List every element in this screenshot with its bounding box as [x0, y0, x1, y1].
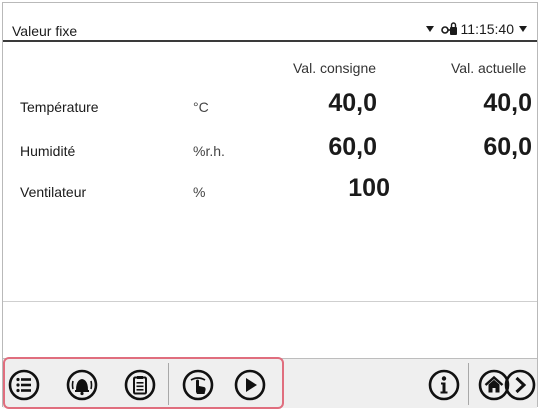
- next-button[interactable]: [503, 368, 537, 402]
- info-button[interactable]: [427, 368, 461, 402]
- time-dropdown-arrow-icon[interactable]: [519, 26, 527, 32]
- setpoint-value[interactable]: 40,0: [328, 89, 377, 118]
- status-area[interactable]: 11:15:40: [424, 21, 531, 37]
- screen: Valeur fixe 11:15:40 Val. consigne Val. …: [2, 2, 538, 408]
- toolbar-separator: [168, 363, 169, 405]
- clipboard-icon: [124, 369, 156, 401]
- play-icon: [234, 369, 266, 401]
- divider: [3, 301, 537, 302]
- parameter-unit: %: [193, 184, 206, 200]
- info-icon: [428, 369, 460, 401]
- actual-value: 60,0: [483, 133, 532, 161]
- next-icon: [504, 369, 536, 401]
- row-temperature[interactable]: Température °C 40,0 40,0: [3, 85, 537, 125]
- column-header-actual: Val. actuelle: [451, 60, 527, 76]
- top-bar: Valeur fixe 11:15:40: [3, 3, 537, 42]
- alarm-button[interactable]: [65, 368, 99, 402]
- parameter-name: Ventilateur: [20, 184, 87, 200]
- start-program-button[interactable]: [233, 368, 267, 402]
- event-list-button[interactable]: [123, 368, 157, 402]
- list-menu-icon: [8, 369, 40, 401]
- alarm-bell-icon: [66, 369, 98, 401]
- parameter-unit: °C: [193, 99, 209, 115]
- row-humidity[interactable]: Humidité %r.h. 60,0 60,0: [3, 129, 537, 169]
- clock-time: 11:15:40: [460, 21, 514, 37]
- toolbar-separator: [468, 363, 469, 405]
- parameter-name: Humidité: [20, 143, 76, 159]
- manual-mode-button[interactable]: [181, 368, 215, 402]
- parameter-unit: %r.h.: [193, 143, 225, 159]
- row-fan[interactable]: Ventilateur % 100: [3, 170, 537, 210]
- setpoint-value[interactable]: 60,0: [328, 133, 377, 162]
- parameter-name: Température: [20, 99, 99, 115]
- lock-key-icon: [440, 22, 457, 35]
- bottom-toolbar: [3, 358, 537, 408]
- setpoint-value[interactable]: 100: [348, 174, 390, 203]
- list-menu-button[interactable]: [7, 368, 41, 402]
- page-title: Valeur fixe: [12, 23, 78, 39]
- actual-value: 40,0: [483, 89, 532, 117]
- dropdown-arrow-icon[interactable]: [425, 26, 434, 32]
- column-header-setpoint: Val. consigne: [293, 60, 377, 76]
- touch-hand-icon: [182, 369, 214, 401]
